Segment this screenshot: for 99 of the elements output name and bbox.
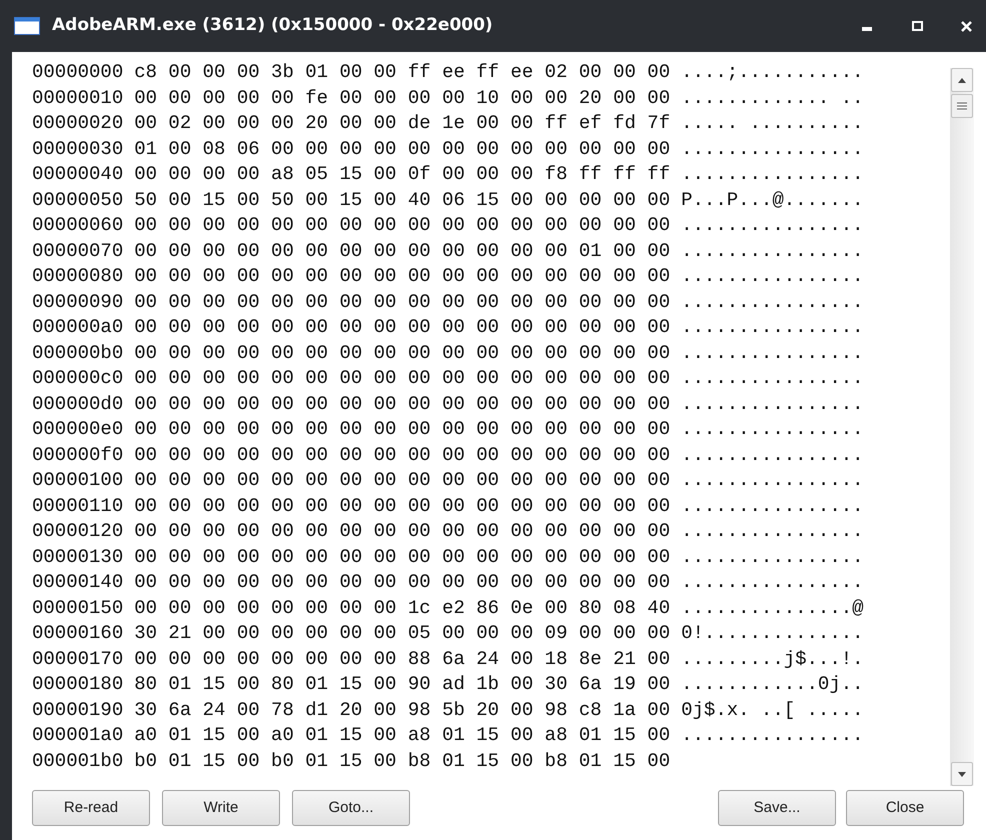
close-icon[interactable] xyxy=(961,20,972,32)
hex-bytes: 00 00 00 00 00 00 00 00 00 00 00 00 00 00 00 00 xyxy=(134,366,670,391)
hex-offset: 00000080 xyxy=(32,264,124,289)
ascii-text: ................ xyxy=(681,570,864,595)
hex-offset: 00000150 xyxy=(32,596,124,620)
hex-bytes: 00 00 00 00 00 00 00 00 00 00 00 00 00 00 00 00 xyxy=(134,213,670,238)
hex-offset: 000000d0 xyxy=(32,392,124,416)
ascii-text: ................ xyxy=(681,136,864,162)
hex-bytes: 00 00 00 00 00 00 00 00 00 00 00 00 00 00 00 00 xyxy=(134,392,670,416)
dialog-button[interactable]: Goto... xyxy=(292,790,410,826)
hex-bytes: 00 00 00 00 00 00 00 00 00 00 00 00 00 01 00 00 xyxy=(134,238,670,264)
up-arrow-icon xyxy=(958,78,966,82)
scrollbar[interactable] xyxy=(950,68,974,786)
ascii-text: ....;........... xyxy=(681,60,864,85)
hex-bytes: a0 01 15 00 a0 01 15 00 a8 01 15 00 a8 01 15 00 xyxy=(134,723,670,748)
ascii-text: 0!.............. xyxy=(681,621,864,646)
hex-bytes: 00 00 00 00 00 00 00 00 00 00 00 00 00 00 00 00 xyxy=(134,340,670,366)
hex-offset: 000000c0 xyxy=(32,366,124,391)
scroll-down-button[interactable] xyxy=(951,762,973,786)
ascii-text: ................ xyxy=(681,494,864,518)
hex-bytes: 00 00 00 00 00 00 00 00 00 00 00 00 00 00 00 00 xyxy=(134,544,670,570)
hex-offset: 000000e0 xyxy=(32,417,124,442)
hex-bytes: 50 00 15 00 50 00 15 00 40 06 15 00 00 00 00 00 xyxy=(134,188,670,212)
dialog-button[interactable]: Write xyxy=(162,790,280,826)
down-arrow-icon xyxy=(958,772,966,776)
ascii-text: ................ xyxy=(681,417,864,442)
hex-bytes: 00 00 00 00 00 00 00 00 00 00 00 00 00 00 00 00 xyxy=(134,264,670,289)
hex-offset: 00000180 xyxy=(32,672,124,697)
dialog-button[interactable]: Close xyxy=(846,790,964,826)
hex-offset: 00000040 xyxy=(32,162,124,187)
hex-offset: 00000190 xyxy=(32,698,124,722)
hex-offset: 000000b0 xyxy=(32,340,124,366)
window-title: AdobeARM.exe (3612) (0x150000 - 0x22e000) xyxy=(52,14,493,38)
ascii-text: ..... .......... xyxy=(681,111,864,136)
hex-bytes: 00 00 00 00 00 00 00 00 00 00 00 00 00 00 00 00 xyxy=(134,519,670,544)
hex-offset: 00000020 xyxy=(32,111,124,136)
hex-offset: 00000130 xyxy=(32,544,124,570)
hex-bytes: 00 00 00 00 00 00 00 00 00 00 00 00 00 00 00 00 xyxy=(134,417,670,442)
hex-offset: 00000010 xyxy=(32,86,124,110)
ascii-text: ................ xyxy=(681,290,864,314)
hex-offset: 00000070 xyxy=(32,238,124,264)
hex-offset: 00000000 xyxy=(32,60,124,85)
hex-bytes: 00 00 00 00 a8 05 15 00 0f 00 00 00 f8 ff ff ff xyxy=(134,162,670,187)
ascii-text: ................ xyxy=(681,519,864,544)
dialog-button[interactable]: Re-read xyxy=(32,790,150,826)
hex-offset: 00000110 xyxy=(32,494,124,518)
hex-offset: 00000120 xyxy=(32,519,124,544)
hex-bytes: 00 00 00 00 00 00 00 00 00 00 00 00 00 00 00 00 xyxy=(134,290,670,314)
ascii-text: 0j$.x. ..[ ..... xyxy=(681,698,864,722)
window-icon xyxy=(14,17,40,35)
ascii-text: ................ xyxy=(681,315,864,340)
hex-bytes: 00 00 00 00 00 00 00 00 1c e2 86 0e 00 80 08 40 xyxy=(134,596,670,620)
ascii-text: ................ xyxy=(681,238,864,264)
hex-bytes: c8 00 00 00 3b 01 00 00 ff ee ff ee 02 00 00 00 xyxy=(134,60,670,85)
ascii-text: ................ xyxy=(681,468,864,493)
hex-offset: 000001a0 xyxy=(32,723,124,748)
ascii-text: ............. .. xyxy=(681,86,864,110)
ascii-text: ................ xyxy=(681,544,864,570)
ascii-text: .........j$...!. xyxy=(681,646,864,672)
hex-offset: 00000100 xyxy=(32,468,124,493)
scroll-thumb[interactable] xyxy=(951,94,973,118)
hex-bytes: 00 00 00 00 00 00 00 00 00 00 00 00 00 00 00 00 xyxy=(134,494,670,518)
ascii-text: ................ xyxy=(681,162,864,187)
hex-offset: 00000090 xyxy=(32,290,124,314)
hex-bytes: 00 00 00 00 00 fe 00 00 00 00 10 00 00 20 00 00 xyxy=(134,86,670,110)
hex-offset: 00000140 xyxy=(32,570,124,595)
hex-offset: 000000a0 xyxy=(32,315,124,340)
hex-bytes: 00 00 00 00 00 00 00 00 00 00 00 00 00 00 00 00 xyxy=(134,468,670,493)
hex-offset: 00000030 xyxy=(32,136,124,162)
hex-offset: 000000f0 xyxy=(32,442,124,468)
hex-bytes: 80 01 15 00 80 01 15 00 90 ad 1b 00 30 6a 19 00 xyxy=(134,672,670,697)
ascii-text: ................ xyxy=(681,723,864,748)
grip-icon xyxy=(957,102,967,110)
ascii-text: ................ xyxy=(681,442,864,468)
hex-offset: 00000170 xyxy=(32,646,124,672)
ascii-text: ............0j.. xyxy=(681,672,864,697)
ascii-text: P...P...@....... xyxy=(681,188,864,212)
scroll-up-button[interactable] xyxy=(951,68,973,92)
hex-bytes: 00 02 00 00 00 20 00 00 de 1e 00 00 ff ef fd 7f xyxy=(134,111,670,136)
hex-bytes: 30 6a 24 00 78 d1 20 00 98 5b 20 00 98 c8 1a 00 xyxy=(134,698,670,722)
hex-offset: 00000050 xyxy=(32,188,124,212)
hex-bytes: 00 00 00 00 00 00 00 00 88 6a 24 00 18 8e 21 00 xyxy=(134,646,670,672)
hex-bytes: 00 00 00 00 00 00 00 00 00 00 00 00 00 00 00 00 xyxy=(134,570,670,595)
hex-bytes: 01 00 08 06 00 00 00 00 00 00 00 00 00 00 00 00 xyxy=(134,136,670,162)
hex-offset: 00000160 xyxy=(32,621,124,646)
ascii-text: ................ xyxy=(681,392,864,416)
hex-offset: 000001b0 xyxy=(32,748,124,774)
ascii-text: ................ xyxy=(681,213,864,238)
hex-bytes: 30 21 00 00 00 00 00 00 05 00 00 00 09 00 00 00 xyxy=(134,621,670,646)
ascii-text: ................ xyxy=(681,264,864,289)
hex-bytes: 00 00 00 00 00 00 00 00 00 00 00 00 00 00 00 00 xyxy=(134,442,670,468)
maximize-icon[interactable] xyxy=(912,21,923,31)
dialog-button[interactable]: Save... xyxy=(718,790,836,826)
ascii-text: ................ xyxy=(681,366,864,391)
ascii-text: ...............@ xyxy=(681,596,864,620)
hex-offset: 00000060 xyxy=(32,213,124,238)
hex-bytes: 00 00 00 00 00 00 00 00 00 00 00 00 00 00 00 00 xyxy=(134,315,670,340)
hex-bytes: b0 01 15 00 b0 01 15 00 b8 01 15 00 b8 01 15 00 xyxy=(134,748,670,774)
ascii-text: ................ xyxy=(681,340,864,366)
